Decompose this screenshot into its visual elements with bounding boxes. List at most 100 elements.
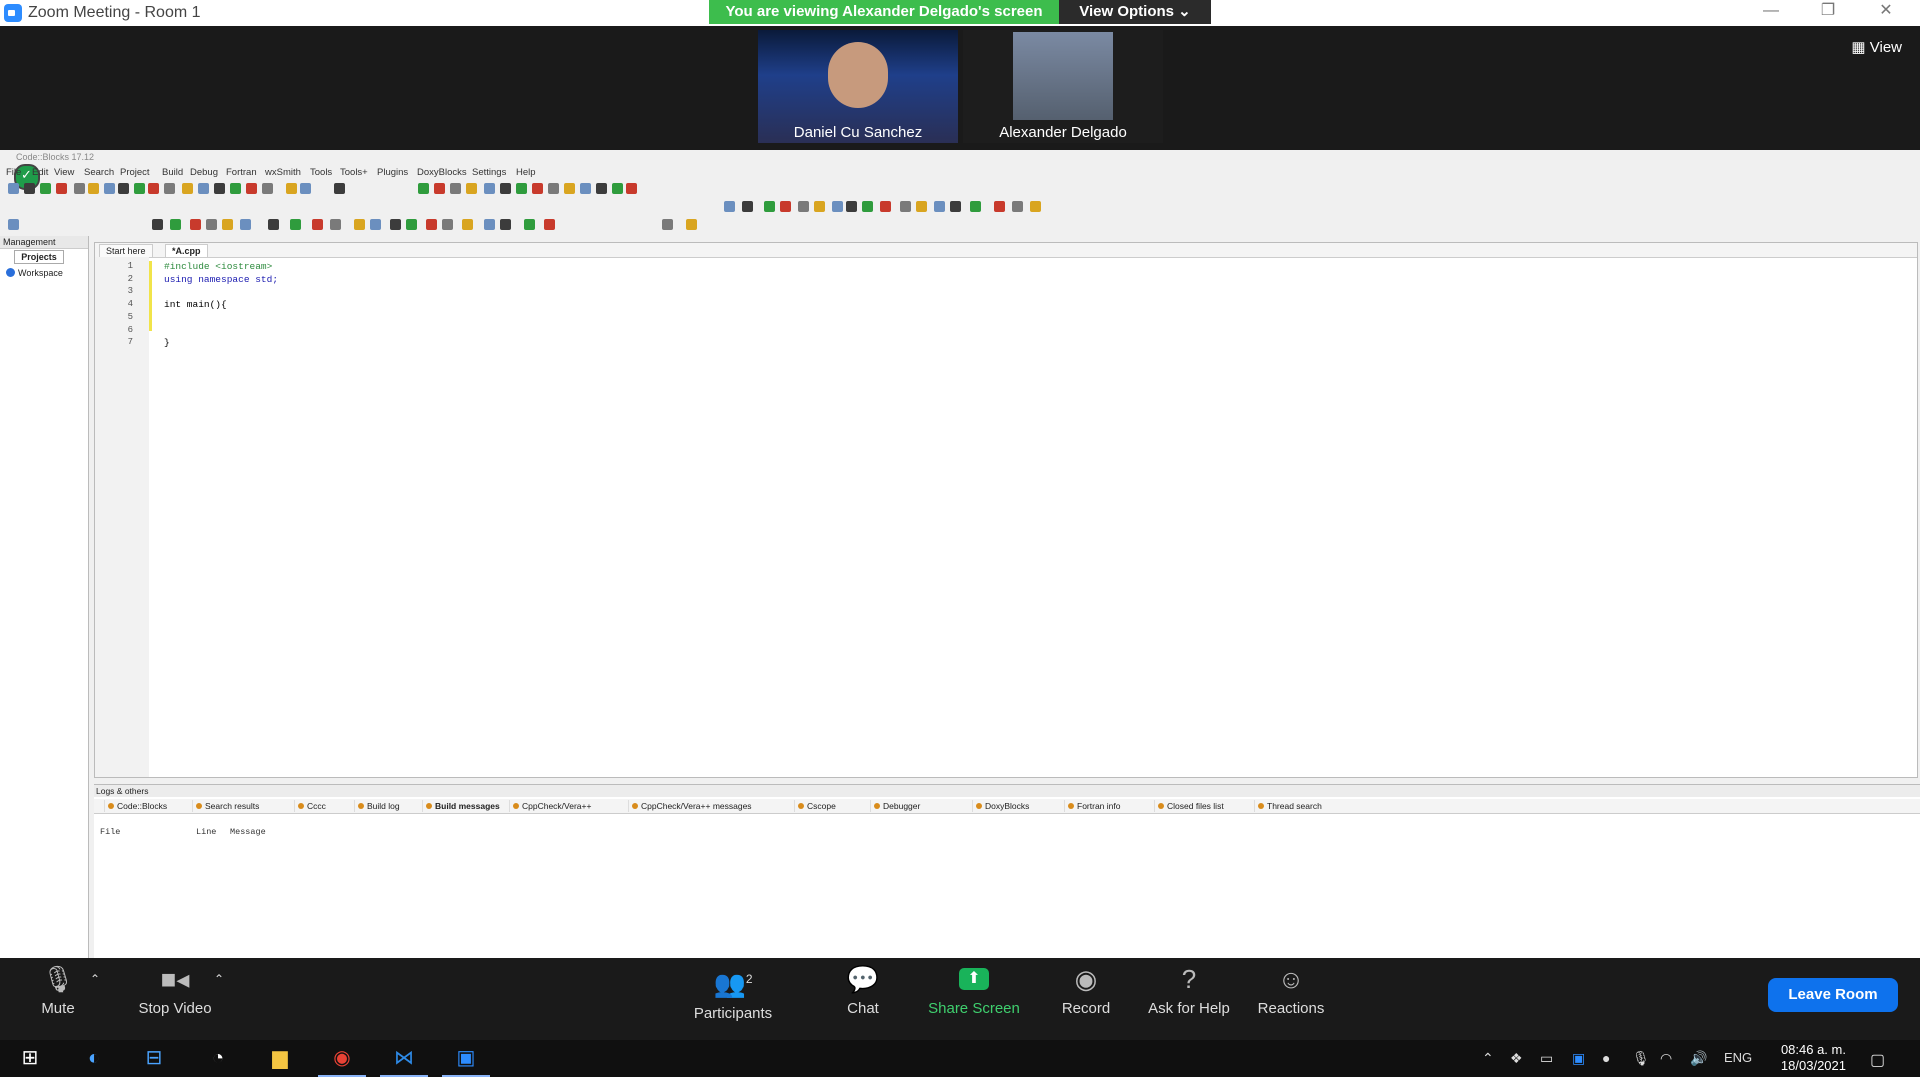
share-screen-button[interactable]: ⬆ Share Screen: [924, 964, 1024, 1017]
projects-tab[interactable]: Projects: [14, 250, 64, 264]
toolbar-button-icon[interactable]: [104, 183, 115, 194]
toolbar-button-icon[interactable]: [764, 201, 775, 212]
code-line[interactable]: }: [164, 337, 170, 348]
toolbar-button-icon[interactable]: [406, 219, 417, 230]
zoom-tray-icon[interactable]: ▣: [1572, 1050, 1585, 1067]
show-hidden-icons-icon[interactable]: ⌃: [1482, 1050, 1494, 1067]
toolbar-button-icon[interactable]: [40, 183, 51, 194]
menu-settings[interactable]: Settings: [472, 167, 506, 178]
reactions-button[interactable]: ☺ Reactions: [1254, 964, 1328, 1017]
log-tab-build-log[interactable]: Build log: [354, 800, 400, 812]
ask-for-help-button[interactable]: ? Ask for Help: [1144, 964, 1234, 1017]
log-tab-build-messages[interactable]: Build messages: [422, 800, 500, 812]
toolbar-button-icon[interactable]: [190, 219, 201, 230]
app-icon[interactable]: ◐: [70, 1040, 118, 1077]
menu-plugins[interactable]: Plugins: [377, 167, 408, 178]
toolbar-button-icon[interactable]: [916, 201, 927, 212]
record-button[interactable]: ◉ Record: [1058, 964, 1114, 1017]
minimize-icon[interactable]: —: [1751, 0, 1791, 24]
participants-button[interactable]: 👥2 Participants: [688, 964, 778, 1022]
menu-view[interactable]: View: [54, 167, 74, 178]
code-line[interactable]: #include <iostream>: [164, 261, 272, 272]
network-app-icon[interactable]: ⊟: [130, 1040, 178, 1077]
log-tab-cppcheck-vera-messages[interactable]: CppCheck/Vera++ messages: [628, 800, 752, 812]
toolbar-button-icon[interactable]: [268, 219, 279, 230]
toolbar-button-icon[interactable]: [290, 219, 301, 230]
toolbar-button-icon[interactable]: [900, 201, 911, 212]
toolbar-button-icon[interactable]: [74, 183, 85, 194]
speedometer-icon[interactable]: ◔: [194, 1040, 242, 1077]
toolbar-button-icon[interactable]: [814, 201, 825, 212]
toolbar-button-icon[interactable]: [152, 219, 163, 230]
toolbar-button-icon[interactable]: [596, 183, 607, 194]
toolbar-button-icon[interactable]: [934, 201, 945, 212]
toolbar-button-icon[interactable]: [880, 201, 891, 212]
toolbar-button-icon[interactable]: [286, 183, 297, 194]
chat-button[interactable]: 💬 Chat: [840, 964, 886, 1017]
log-tab-code-blocks[interactable]: Code::Blocks: [104, 800, 167, 812]
toolbar-button-icon[interactable]: [798, 201, 809, 212]
menu-tools[interactable]: Tools: [310, 167, 332, 178]
file-explorer-icon[interactable]: ▆: [256, 1040, 304, 1077]
toolbar-button-icon[interactable]: [450, 183, 461, 194]
menu-doxyblocks[interactable]: DoxyBlocks: [417, 167, 467, 178]
start-icon[interactable]: ⊞: [6, 1040, 54, 1077]
stop-video-button[interactable]: ■◂ Stop Video: [134, 964, 216, 1017]
toolbar-button-icon[interactable]: [370, 219, 381, 230]
code-editor[interactable]: Start here *A.cpp 1 2 3 45 6 7 #include <iost…: [94, 242, 1918, 778]
menu-wxsmith[interactable]: wxSmith: [265, 167, 301, 178]
dropbox-icon[interactable]: ❖: [1510, 1050, 1523, 1067]
toolbar-button-icon[interactable]: [862, 201, 873, 212]
toolbar-button-icon[interactable]: [662, 219, 673, 230]
toolbar-button-icon[interactable]: [484, 219, 495, 230]
log-tab-closed-files-list[interactable]: Closed files list: [1154, 800, 1224, 812]
log-tab-debugger[interactable]: Debugger: [870, 800, 920, 812]
toolbar-button-icon[interactable]: [240, 219, 251, 230]
mic-tray-icon[interactable]: 🎙: [1632, 1050, 1650, 1067]
toolbar-button-icon[interactable]: [24, 183, 35, 194]
toolbar-button-icon[interactable]: [524, 219, 535, 230]
toolbar-button-icon[interactable]: [724, 201, 735, 212]
toolbar-button-icon[interactable]: [8, 183, 19, 194]
chrome-icon[interactable]: ◉: [318, 1040, 366, 1077]
close-icon[interactable]: ✕: [1866, 0, 1906, 24]
log-tab-cccc[interactable]: Cccc: [294, 800, 326, 812]
toolbar-button-icon[interactable]: [994, 201, 1005, 212]
toolbar-button-icon[interactable]: [134, 183, 145, 194]
toolbar-button-icon[interactable]: [466, 183, 477, 194]
toolbar-button-icon[interactable]: [164, 183, 175, 194]
code-line[interactable]: int main(){: [164, 299, 227, 310]
toolbar-button-icon[interactable]: [564, 183, 575, 194]
toolbar-button-icon[interactable]: [246, 183, 257, 194]
toolbar-button-icon[interactable]: [484, 183, 495, 194]
tray-app-icon[interactable]: ●: [1602, 1050, 1610, 1066]
toolbar-button-icon[interactable]: [148, 183, 159, 194]
view-options-button[interactable]: View Options ⌄: [1059, 0, 1211, 24]
notifications-icon[interactable]: ▢: [1870, 1050, 1885, 1070]
toolbar-button-icon[interactable]: [1012, 201, 1023, 212]
toolbar-button-icon[interactable]: [262, 183, 273, 194]
toolbar-button-icon[interactable]: [390, 219, 401, 230]
log-tab-search-results[interactable]: Search results: [192, 800, 259, 812]
toolbar-button-icon[interactable]: [418, 183, 429, 194]
toolbar-button-icon[interactable]: [780, 201, 791, 212]
toolbar-button-icon[interactable]: [626, 183, 637, 194]
log-tab-cppcheck-vera-[interactable]: CppCheck/Vera++: [509, 800, 591, 812]
toolbar-button-icon[interactable]: [500, 183, 511, 194]
restore-icon[interactable]: ❐: [1808, 0, 1848, 24]
log-tab-fortran-info[interactable]: Fortran info: [1064, 800, 1120, 812]
toolbar-button-icon[interactable]: [206, 219, 217, 230]
log-tab-thread-search[interactable]: Thread search: [1254, 800, 1322, 812]
toolbar-button-icon[interactable]: [950, 201, 961, 212]
toolbar-button-icon[interactable]: [170, 219, 181, 230]
toolbar-button-icon[interactable]: [434, 183, 445, 194]
toolbar-button-icon[interactable]: [8, 219, 19, 230]
volume-icon[interactable]: 🔊: [1690, 1050, 1707, 1067]
toolbar-button-icon[interactable]: [56, 183, 67, 194]
battery-icon[interactable]: ▭: [1540, 1050, 1553, 1067]
menu-search[interactable]: Search: [84, 167, 114, 178]
toolbar-button-icon[interactable]: [88, 183, 99, 194]
log-tab-cscope[interactable]: Cscope: [794, 800, 836, 812]
toolbar-button-icon[interactable]: [334, 183, 345, 194]
menu-tools-[interactable]: Tools+: [340, 167, 368, 178]
